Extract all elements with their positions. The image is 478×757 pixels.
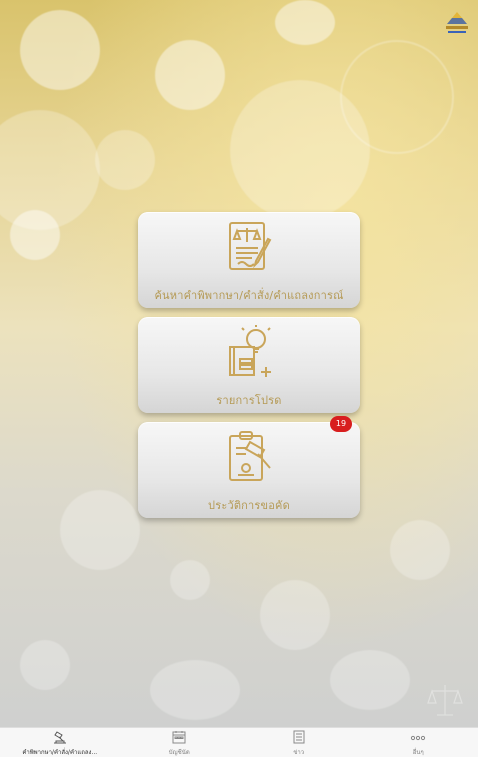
bokeh <box>20 640 70 690</box>
app-screen: ค้นหาคำพิพากษา/คำสั่ง/คำแถลงการณ์ รายการ… <box>0 0 478 757</box>
bokeh <box>340 40 454 154</box>
tab-news[interactable]: ข่าว <box>239 728 359 757</box>
menu-item-label: ค้นหาคำพิพากษา/คำสั่ง/คำแถลงการณ์ <box>154 289 344 302</box>
court-logo-icon <box>446 12 468 33</box>
request-history-button[interactable]: 19 ประวัติการขอคัด <box>138 416 360 518</box>
tab-more[interactable]: อื่นๆ <box>359 728 478 757</box>
bottom-tab-bar: คำพิพากษา/คำสั่ง/คำแถลง... บัญชีนัด ข่าว <box>0 727 478 757</box>
tab-judgments[interactable]: คำพิพากษา/คำสั่ง/คำแถลง... <box>0 728 120 757</box>
bokeh <box>95 130 155 190</box>
tab-label: คำพิพากษา/คำสั่ง/คำแถลง... <box>22 749 98 756</box>
bokeh <box>20 10 100 90</box>
tab-label: บัญชีนัด <box>168 749 190 756</box>
book-lightbulb-icon <box>229 325 271 377</box>
bokeh <box>330 650 410 710</box>
bokeh <box>150 660 240 720</box>
tab-label: อื่นๆ <box>412 749 424 756</box>
bokeh <box>275 0 335 45</box>
more-icon <box>411 735 426 741</box>
legal-document-scales-icon <box>229 222 272 270</box>
bokeh <box>170 560 210 600</box>
menu-item-label: ประวัติการขอคัด <box>208 499 290 512</box>
bokeh <box>390 520 450 580</box>
news-icon <box>293 730 305 744</box>
menu-item-label: รายการโปรด <box>216 394 282 407</box>
scales-watermark-icon <box>427 685 463 716</box>
tab-appointments[interactable]: บัญชีนัด <box>120 728 240 757</box>
bokeh <box>10 210 60 260</box>
bokeh <box>260 580 330 650</box>
clipboard-gavel-icon <box>229 431 271 481</box>
bokeh <box>0 110 100 230</box>
bokeh <box>60 490 140 570</box>
notification-badge: 19 <box>330 416 352 432</box>
favorites-button[interactable]: รายการโปรด <box>138 317 360 413</box>
search-judgments-button[interactable]: ค้นหาคำพิพากษา/คำสั่ง/คำแถลงการณ์ <box>138 212 360 308</box>
calendar-icon <box>172 731 186 744</box>
tab-label: ข่าว <box>293 749 305 756</box>
bokeh <box>155 40 225 110</box>
gavel-icon <box>53 731 66 744</box>
